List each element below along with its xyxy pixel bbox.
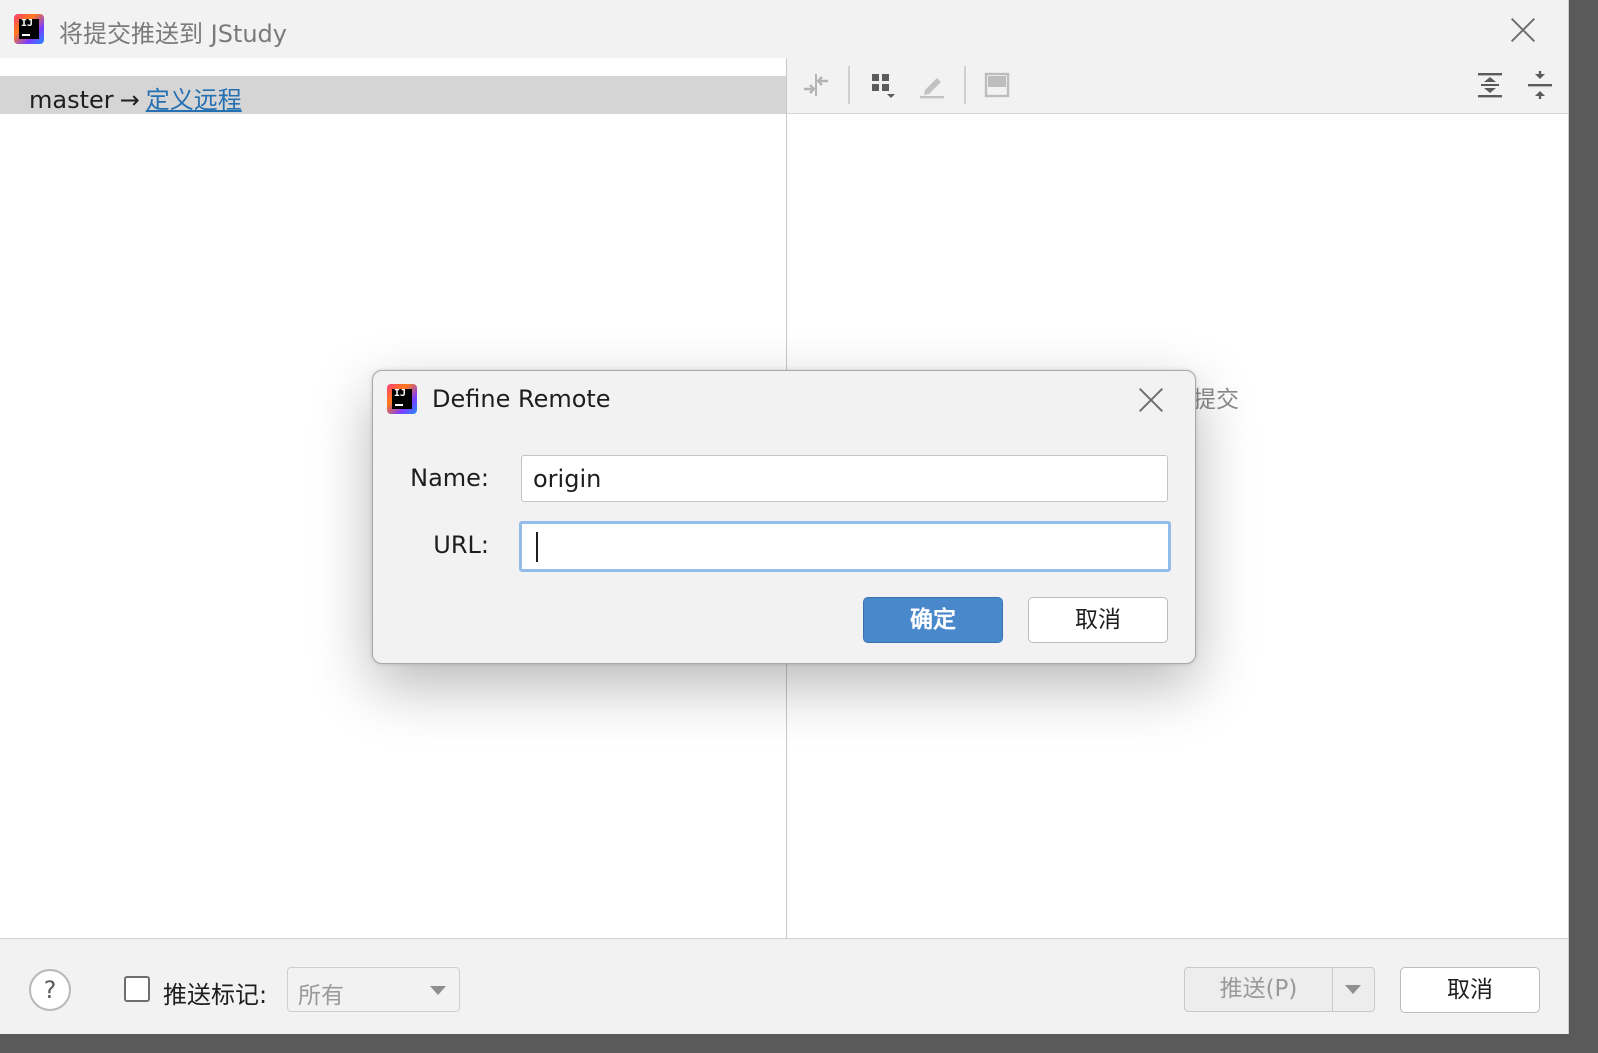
- url-field[interactable]: [519, 521, 1171, 572]
- bottom-bar: ? 推送标记: 所有 推送(P) 取消: [0, 938, 1568, 1034]
- branch-name: master: [29, 86, 114, 114]
- push-tags-label: 推送标记:: [163, 981, 268, 1009]
- right-arrow-icon: →: [119, 86, 140, 114]
- merge-arrows-icon[interactable]: [801, 70, 831, 100]
- empty-hint-text: 提交: [1193, 387, 1239, 413]
- text-cursor: [536, 532, 538, 562]
- preview-pane-icon[interactable]: [982, 70, 1012, 100]
- push-commits-window: IJ 将提交推送到 JStudy master → 定义远程 提交 ? 推送标记…: [0, 0, 1569, 1034]
- edit-icon[interactable]: [917, 70, 947, 100]
- branch-row[interactable]: master → 定义远程: [0, 76, 786, 114]
- chevron-down-icon: [430, 986, 446, 995]
- push-button[interactable]: 推送(P): [1185, 968, 1332, 1011]
- title-bar: IJ 将提交推送到 JStudy: [0, 0, 1568, 58]
- define-remote-dialog: IJ Define Remote Name: URL: 确定 取消: [372, 370, 1196, 664]
- changes-toolbar: [787, 58, 1568, 114]
- tags-select[interactable]: 所有: [287, 967, 460, 1012]
- ok-button[interactable]: 确定: [863, 597, 1003, 643]
- name-field[interactable]: [521, 455, 1168, 502]
- tags-select-value: 所有: [298, 983, 344, 1009]
- push-options-dropdown[interactable]: [1333, 968, 1374, 1011]
- toolbar-separator: [964, 66, 966, 104]
- define-remote-link[interactable]: 定义远程: [146, 86, 242, 114]
- window-title: 将提交推送到 JStudy: [59, 20, 287, 48]
- push-tags-checkbox[interactable]: [124, 976, 150, 1002]
- push-button-group: 推送(P): [1184, 967, 1375, 1012]
- intellij-idea-icon: IJ: [14, 14, 44, 44]
- help-button[interactable]: ?: [29, 969, 71, 1011]
- collapse-all-icon[interactable]: [1525, 70, 1555, 100]
- name-label: Name:: [410, 464, 489, 492]
- toolbar-separator: [848, 66, 850, 104]
- close-icon[interactable]: [1137, 386, 1165, 414]
- group-by-icon[interactable]: [869, 70, 899, 100]
- expand-all-icon[interactable]: [1475, 70, 1505, 100]
- chevron-down-icon: [1345, 985, 1361, 994]
- dialog-title: Define Remote: [432, 385, 611, 413]
- dialog-cancel-button[interactable]: 取消: [1028, 597, 1168, 643]
- intellij-idea-icon: IJ: [387, 384, 417, 414]
- cancel-button[interactable]: 取消: [1400, 967, 1540, 1013]
- close-icon[interactable]: [1509, 16, 1537, 44]
- url-label: URL:: [433, 531, 489, 559]
- branch-text: master → 定义远程: [29, 80, 242, 115]
